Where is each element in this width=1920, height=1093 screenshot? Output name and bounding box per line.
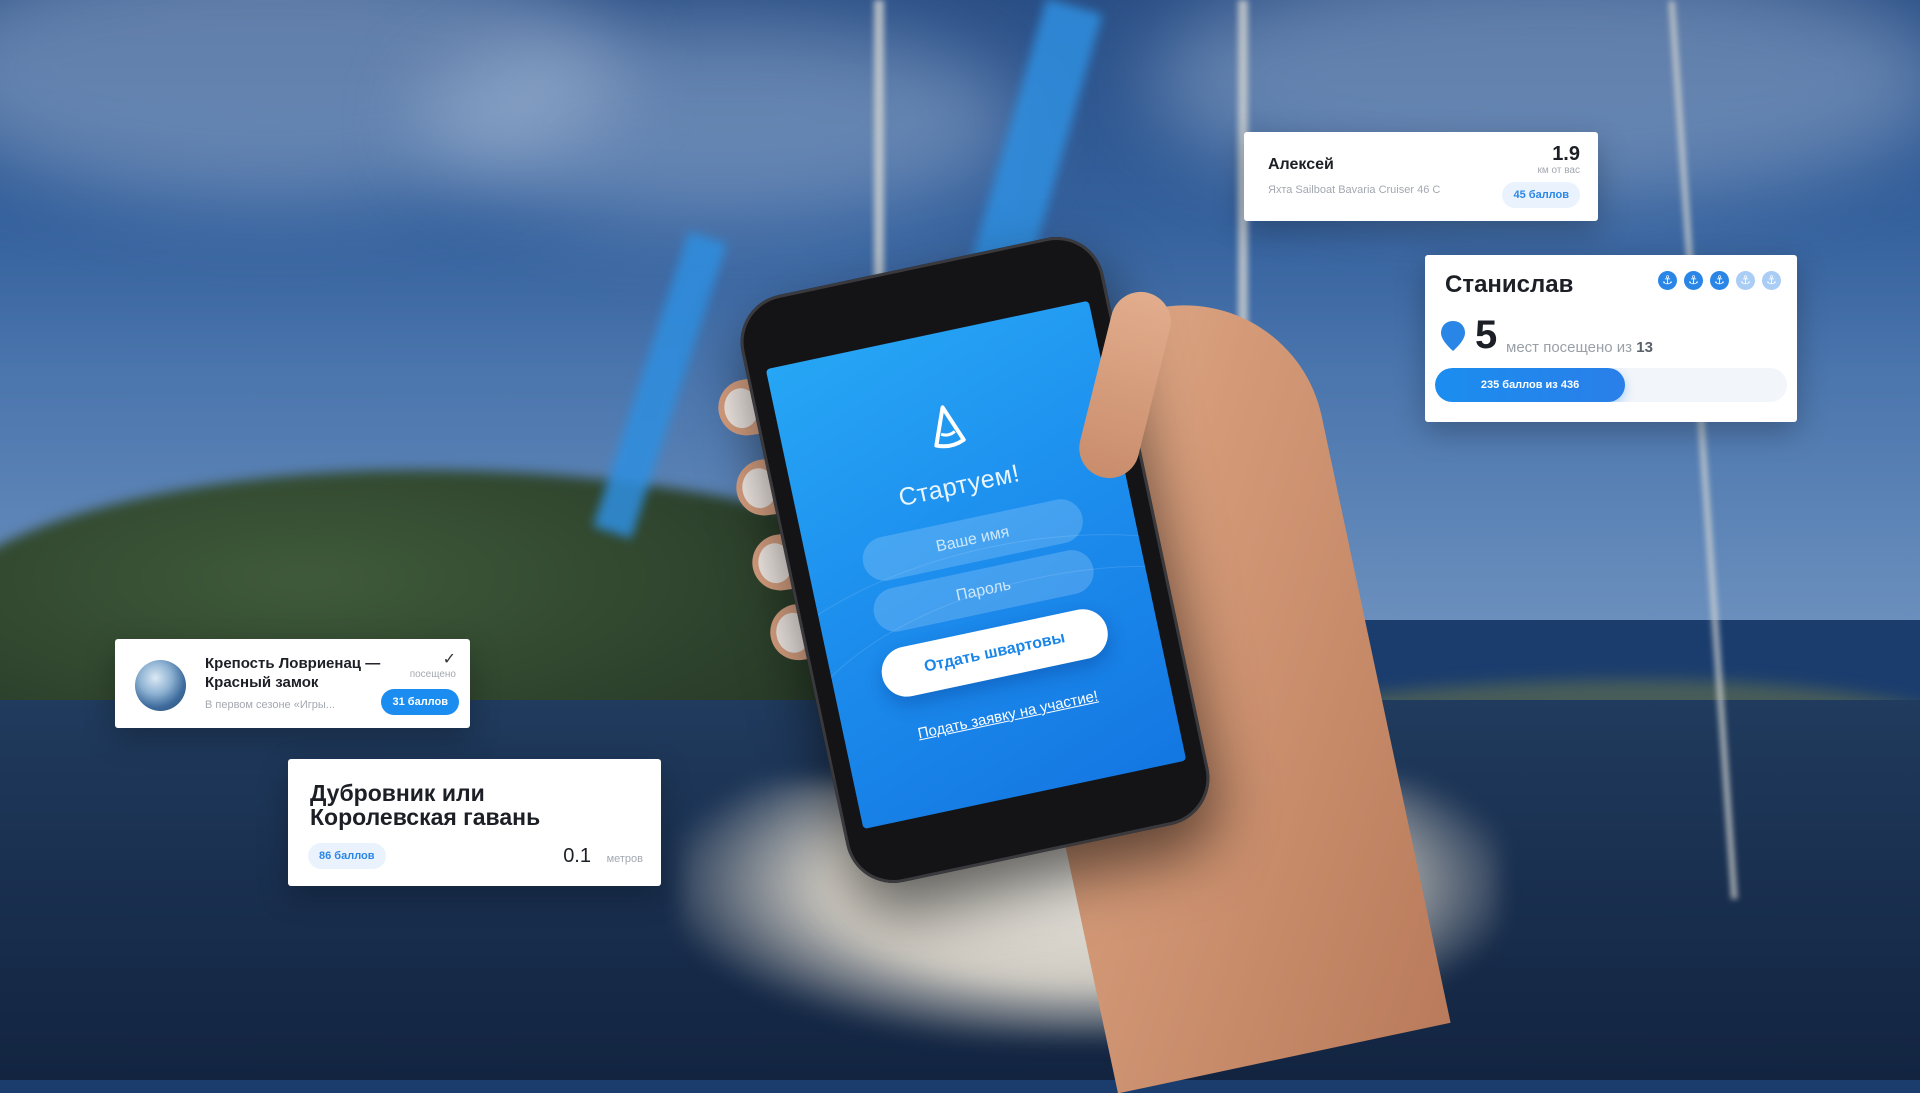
boat-name: Яхта Sailboat Bavaria Cruiser 46 C bbox=[1268, 184, 1441, 196]
anchor-icon: ⚓ bbox=[1736, 271, 1755, 290]
points-badge: 86 баллов bbox=[308, 843, 386, 869]
anchor-icon: ⚓ bbox=[1762, 271, 1781, 290]
place-title: Крепость Ловриенац — Красный замок bbox=[205, 655, 381, 691]
visited-text: мест посещено из bbox=[1506, 339, 1633, 356]
place-title: Дубровник или Королевская гавань bbox=[310, 780, 541, 830]
visited-caption: мест посещено из 13 bbox=[1506, 339, 1653, 356]
skipper-card-stanislav[interactable]: Станислав ⚓ ⚓ ⚓ ⚓ ⚓ 5 мест посещено из 1… bbox=[1425, 255, 1797, 422]
points-progress-bar: 235 баллов из 436 bbox=[1435, 368, 1787, 402]
place-thumbnail bbox=[135, 660, 186, 711]
points-badge: 45 баллов bbox=[1502, 182, 1580, 208]
place-card-fortress[interactable]: Крепость Ловриенац — Красный замок В пер… bbox=[115, 639, 470, 728]
anchor-icon: ⚓ bbox=[1710, 271, 1729, 290]
anchor-icon: ⚓ bbox=[1684, 271, 1703, 290]
location-pin-icon bbox=[1441, 321, 1465, 351]
skipper-name: Станислав bbox=[1445, 271, 1574, 298]
visited-count: 5 bbox=[1475, 313, 1498, 357]
checkmark-icon: ✓ bbox=[442, 649, 456, 668]
place-subtitle: В первом сезоне «Игры... bbox=[205, 699, 335, 711]
anchor-rating: ⚓ ⚓ ⚓ ⚓ ⚓ bbox=[1658, 271, 1781, 290]
distance-unit: метров bbox=[606, 853, 643, 865]
points-badge: 31 баллов bbox=[381, 689, 459, 715]
distance-value: 0.1 bbox=[563, 845, 591, 867]
visited-label: посещено bbox=[409, 669, 456, 680]
visited-total: 13 bbox=[1636, 339, 1653, 356]
sail-logo-icon bbox=[934, 405, 966, 449]
place-card-dubrovnik[interactable]: Дубровник или Королевская гавань 86 балл… bbox=[288, 759, 661, 886]
skipper-card-alexey[interactable]: Алексей Яхта Sailboat Bavaria Cruiser 46… bbox=[1244, 132, 1598, 221]
anchor-icon: ⚓ bbox=[1658, 271, 1677, 290]
distance-unit: км от вас bbox=[1537, 165, 1581, 176]
skipper-name: Алексей bbox=[1268, 156, 1334, 173]
distance-value: 1.9 bbox=[1552, 143, 1580, 165]
points-progress-fill: 235 баллов из 436 bbox=[1435, 368, 1626, 402]
cloud bbox=[420, 20, 1020, 220]
